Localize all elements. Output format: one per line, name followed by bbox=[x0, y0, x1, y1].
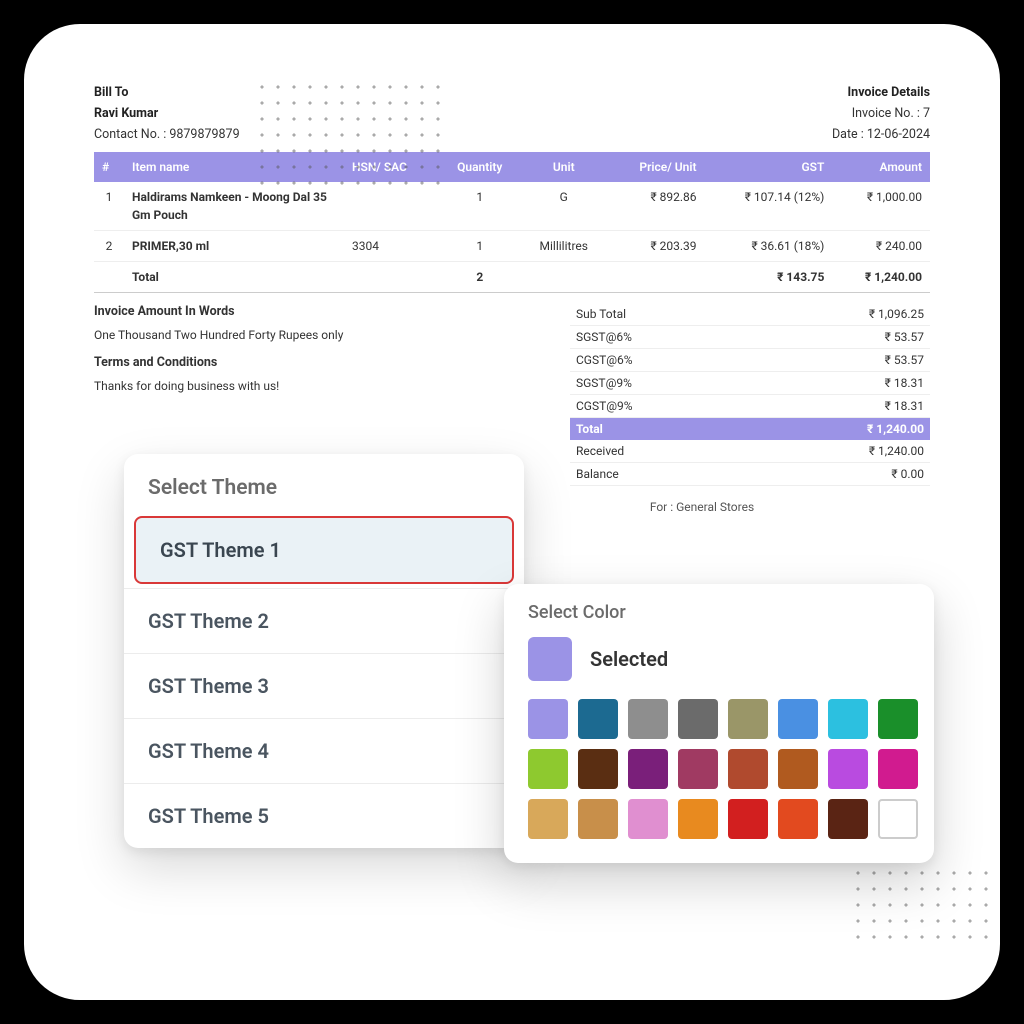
color-swatch[interactable] bbox=[678, 699, 718, 739]
summary-row: CGST@6%₹ 53.57 bbox=[570, 349, 930, 372]
invoice-preview: Bill To Ravi Kumar Contact No. : 9879879… bbox=[94, 84, 930, 516]
col-qty: Quantity bbox=[439, 152, 521, 182]
summary-row: CGST@9%₹ 18.31 bbox=[570, 395, 930, 418]
color-selector-card: Select Color Selected bbox=[504, 584, 934, 863]
theme-option[interactable]: GST Theme 2 bbox=[124, 588, 524, 653]
contact-no: Contact No. : 9879879879 bbox=[94, 126, 240, 145]
total-row: Total2₹ 143.75₹ 1,240.00 bbox=[94, 262, 930, 293]
color-swatch[interactable] bbox=[828, 699, 868, 739]
col-price: Price/ Unit bbox=[607, 152, 705, 182]
color-swatch[interactable] bbox=[828, 749, 868, 789]
billto-label: Bill To bbox=[94, 84, 240, 103]
invoice-details-label: Invoice Details bbox=[832, 84, 930, 103]
color-swatch[interactable] bbox=[778, 699, 818, 739]
summary-row: Balance₹ 0.00 bbox=[570, 463, 930, 486]
invoice-no: Invoice No. : 7 bbox=[832, 105, 930, 124]
for-line: For : General Stores bbox=[474, 498, 930, 516]
color-swatch[interactable] bbox=[728, 799, 768, 839]
summary-row: Sub Total₹ 1,096.25 bbox=[570, 303, 930, 326]
color-swatch[interactable] bbox=[528, 799, 568, 839]
color-swatch[interactable] bbox=[778, 749, 818, 789]
color-swatch[interactable] bbox=[678, 799, 718, 839]
selected-color-swatch bbox=[528, 637, 572, 681]
color-swatch[interactable] bbox=[528, 749, 568, 789]
customer-name: Ravi Kumar bbox=[94, 105, 240, 124]
selected-color-label: Selected bbox=[590, 647, 668, 671]
summary-row: Received₹ 1,240.00 bbox=[570, 440, 930, 463]
summary-row: SGST@9%₹ 18.31 bbox=[570, 372, 930, 395]
theme-selector-title: Select Theme bbox=[124, 476, 524, 516]
color-swatch[interactable] bbox=[828, 799, 868, 839]
table-row: 1Haldirams Namkeen - Moong Dal 35 Gm Pou… bbox=[94, 182, 930, 231]
color-swatch[interactable] bbox=[578, 799, 618, 839]
color-swatch[interactable] bbox=[628, 799, 668, 839]
theme-option[interactable]: GST Theme 4 bbox=[124, 718, 524, 783]
col-unit: Unit bbox=[521, 152, 607, 182]
invoice-date: Date : 12-06-2024 bbox=[832, 126, 930, 145]
color-swatch[interactable] bbox=[728, 749, 768, 789]
color-swatch[interactable] bbox=[878, 749, 918, 789]
table-row: 2PRIMER,30 ml33041Millilitres₹ 203.39₹ 3… bbox=[94, 231, 930, 262]
theme-option[interactable]: GST Theme 3 bbox=[124, 653, 524, 718]
amount-words-label: Invoice Amount In Words bbox=[94, 303, 550, 322]
color-swatch[interactable] bbox=[628, 749, 668, 789]
color-swatch[interactable] bbox=[528, 699, 568, 739]
color-swatch[interactable] bbox=[678, 749, 718, 789]
theme-selector-card: Select Theme GST Theme 1GST Theme 2GST T… bbox=[124, 454, 524, 848]
color-swatch[interactable] bbox=[878, 799, 918, 839]
decorative-dots bbox=[254, 79, 444, 189]
color-swatch[interactable] bbox=[778, 799, 818, 839]
theme-option[interactable]: GST Theme 1 bbox=[134, 516, 514, 584]
summary-row: SGST@6%₹ 53.57 bbox=[570, 326, 930, 349]
amount-words: One Thousand Two Hundred Forty Rupees on… bbox=[94, 326, 550, 344]
color-swatch-grid bbox=[528, 699, 910, 839]
col-amount: Amount bbox=[832, 152, 930, 182]
color-swatch[interactable] bbox=[728, 699, 768, 739]
color-swatch[interactable] bbox=[578, 749, 618, 789]
terms-text: Thanks for doing business with us! bbox=[94, 377, 550, 395]
decorative-dots bbox=[850, 865, 990, 945]
col-idx: # bbox=[94, 152, 124, 182]
color-swatch[interactable] bbox=[878, 699, 918, 739]
color-selector-title: Select Color bbox=[528, 602, 910, 623]
col-gst: GST bbox=[705, 152, 833, 182]
color-swatch[interactable] bbox=[628, 699, 668, 739]
theme-option[interactable]: GST Theme 5 bbox=[124, 783, 524, 848]
summary-total-row: Total₹ 1,240.00 bbox=[570, 418, 930, 440]
color-swatch[interactable] bbox=[578, 699, 618, 739]
terms-label: Terms and Conditions bbox=[94, 354, 550, 373]
items-table: # Item name HSN/ SAC Quantity Unit Price… bbox=[94, 152, 930, 293]
